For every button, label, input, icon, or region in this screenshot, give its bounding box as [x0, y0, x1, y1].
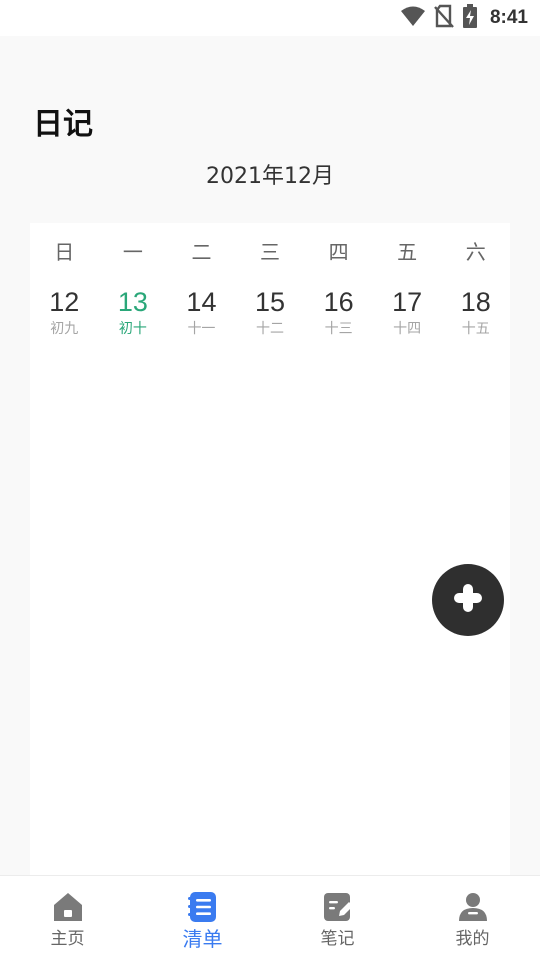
- nav-label: 笔记: [320, 929, 355, 949]
- list-icon: [186, 890, 220, 924]
- no-sim-icon: [434, 4, 454, 32]
- plus-icon: [452, 582, 484, 618]
- status-time: 8:41: [489, 7, 528, 28]
- date-cell[interactable]: 14 十一: [167, 286, 236, 340]
- date-number: 16: [323, 287, 354, 317]
- date-cell[interactable]: 18 十五: [441, 286, 510, 340]
- month-label[interactable]: 2021年12月: [0, 162, 540, 192]
- date-number: 18: [460, 287, 491, 317]
- nav-item-notes[interactable]: 笔记: [270, 876, 405, 960]
- nav-label: 清单: [182, 927, 223, 951]
- battery-charging-icon: [462, 4, 478, 32]
- date-number: 17: [392, 287, 423, 317]
- lunar-date: 十三: [324, 321, 353, 337]
- weekday-label: 三: [260, 240, 281, 264]
- add-entry-button[interactable]: [432, 564, 504, 636]
- bottom-nav: 主页 清单 笔记 我的: [0, 875, 540, 960]
- page-title: 日记: [33, 107, 93, 142]
- lunar-date: 十二: [256, 321, 285, 337]
- weekday-label: 日: [54, 240, 75, 264]
- lunar-date: 十一: [187, 321, 216, 337]
- note-edit-icon: [321, 890, 355, 924]
- home-icon: [51, 890, 85, 924]
- weekday-label: 一: [122, 240, 143, 264]
- nav-label: 我的: [455, 929, 490, 949]
- date-cell[interactable]: 15 十二: [236, 286, 305, 340]
- lunar-date: 初十: [118, 321, 147, 337]
- date-cell[interactable]: 16 十三: [304, 286, 373, 340]
- lunar-date: 十四: [393, 321, 422, 337]
- date-cell-today[interactable]: 13 初十: [99, 286, 168, 340]
- date-number: 13: [117, 287, 148, 317]
- weekday-row: 日 一 二 三 四 五 六: [30, 237, 510, 267]
- calendar-card: 日 一 二 三 四 五 六 12 初九 13 初十 14 十一 15 十二 16…: [30, 223, 510, 875]
- lunar-date: 初九: [50, 321, 79, 337]
- diary-screen: 8:41 日记 2021年12月 日 一 二 三 四 五 六 12 初九 13 …: [0, 0, 540, 960]
- wifi-icon: [400, 5, 426, 31]
- weekday-label: 二: [191, 240, 212, 264]
- weekday-label: 五: [397, 240, 418, 264]
- weekday-label: 四: [328, 240, 349, 264]
- date-number: 12: [49, 287, 80, 317]
- nav-item-list[interactable]: 清单: [135, 876, 270, 960]
- lunar-date: 十五: [461, 321, 490, 337]
- weekday-label: 六: [465, 240, 486, 264]
- nav-item-mine[interactable]: 我的: [405, 876, 540, 960]
- status-icons: 8:41: [400, 4, 528, 32]
- nav-label: 主页: [50, 929, 85, 949]
- nav-item-home[interactable]: 主页: [0, 876, 135, 960]
- date-number: 15: [255, 287, 286, 317]
- date-cell[interactable]: 12 初九: [30, 286, 99, 340]
- dates-row: 12 初九 13 初十 14 十一 15 十二 16 十三 17 十四 18 十…: [30, 286, 510, 340]
- date-number: 14: [186, 287, 217, 317]
- user-icon: [456, 890, 490, 924]
- status-bar: 8:41: [0, 0, 540, 36]
- date-cell[interactable]: 17 十四: [373, 286, 442, 340]
